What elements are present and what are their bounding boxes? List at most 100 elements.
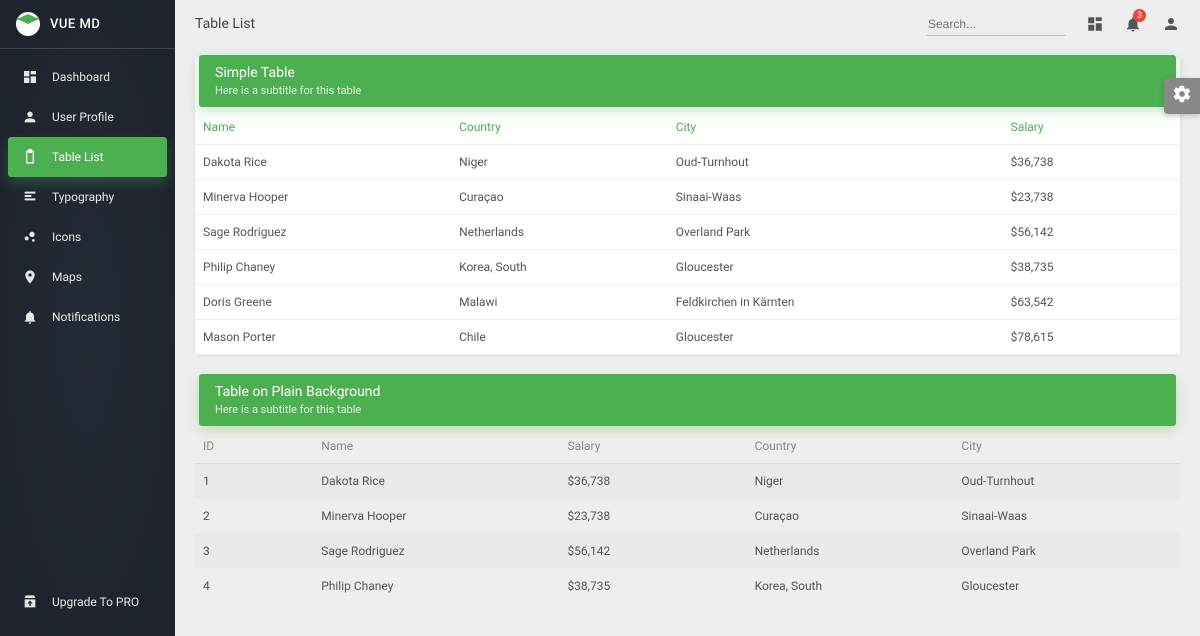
topbar: Table List 3 bbox=[175, 0, 1200, 48]
table-cell: Overland Park bbox=[668, 215, 1003, 250]
table-cell: Philip Chaney bbox=[313, 569, 559, 604]
table-cell: Korea, South bbox=[451, 250, 668, 285]
table-row: Doris GreeneMalawiFeldkirchen in Kärnten… bbox=[195, 285, 1180, 320]
table-row: Dakota RiceNigerOud-Turnhout$36,738 bbox=[195, 145, 1180, 180]
table-cell: Overland Park bbox=[953, 534, 1180, 569]
table-cell: Netherlands bbox=[747, 534, 954, 569]
col-name: Name bbox=[195, 110, 451, 145]
col-city: City bbox=[668, 110, 1003, 145]
table-cell: Niger bbox=[747, 464, 954, 499]
table-head: Name Country City Salary bbox=[195, 110, 1180, 145]
sidebar-item-label: Upgrade To PRO bbox=[52, 595, 139, 609]
brand-logo-icon bbox=[16, 12, 40, 36]
card-simple-table: Simple Table Here is a subtitle for this… bbox=[195, 58, 1180, 355]
sidebar-item-label: Typography bbox=[52, 190, 114, 204]
table-cell: Curaçao bbox=[451, 180, 668, 215]
table-cell: Oud-Turnhout bbox=[668, 145, 1003, 180]
unarchive-icon bbox=[22, 594, 38, 610]
card-title: Simple Table bbox=[215, 65, 1160, 81]
card-plain-table: Table on Plain Background Here is a subt… bbox=[195, 377, 1180, 604]
brand-name: VUE MD bbox=[50, 17, 100, 32]
table-cell: 1 bbox=[195, 464, 313, 499]
bubble-chart-icon bbox=[22, 229, 38, 245]
table-cell: 3 bbox=[195, 534, 313, 569]
table-cell: $63,542 bbox=[1003, 285, 1180, 320]
nav: Dashboard User Profile Table List Typogr… bbox=[0, 49, 175, 345]
card-title: Table on Plain Background bbox=[215, 384, 1160, 400]
table-cell: Sinaai-Waas bbox=[668, 180, 1003, 215]
table-cell: Minerva Hooper bbox=[313, 499, 559, 534]
table-row: 3Sage Rodriguez$56,142NetherlandsOverlan… bbox=[195, 534, 1180, 569]
table-cell: Doris Greene bbox=[195, 285, 451, 320]
table-cell: 2 bbox=[195, 499, 313, 534]
table-cell: Malawi bbox=[451, 285, 668, 320]
location-icon bbox=[22, 269, 38, 285]
table-cell: $23,738 bbox=[1003, 180, 1180, 215]
notifications-icon[interactable]: 3 bbox=[1124, 15, 1142, 33]
table-cell: Minerva Hooper bbox=[195, 180, 451, 215]
gear-icon bbox=[1172, 84, 1192, 108]
simple-table: Name Country City Salary Dakota RiceNige… bbox=[195, 110, 1180, 355]
table-row: Mason PorterChileGloucester$78,615 bbox=[195, 320, 1180, 355]
settings-fab[interactable] bbox=[1164, 78, 1200, 114]
table-cell: Chile bbox=[451, 320, 668, 355]
table-cell: Netherlands bbox=[451, 215, 668, 250]
table-cell: $23,738 bbox=[559, 499, 746, 534]
table-cell: $38,735 bbox=[559, 569, 746, 604]
page-title: Table List bbox=[195, 16, 255, 32]
table-cell: Sage Rodriguez bbox=[313, 534, 559, 569]
person-icon bbox=[22, 109, 38, 125]
table-cell: Philip Chaney bbox=[195, 250, 451, 285]
table-cell: $36,738 bbox=[559, 464, 746, 499]
content: Simple Table Here is a subtitle for this… bbox=[175, 48, 1200, 636]
table-cell: Niger bbox=[451, 145, 668, 180]
table-cell: Sinaai-Waas bbox=[953, 499, 1180, 534]
table-cell: Gloucester bbox=[953, 569, 1180, 604]
table-cell: Curaçao bbox=[747, 499, 954, 534]
col-country: Country bbox=[451, 110, 668, 145]
table-row: 1Dakota Rice$36,738NigerOud-Turnhout bbox=[195, 464, 1180, 499]
table-cell: 4 bbox=[195, 569, 313, 604]
sidebar-item-icons[interactable]: Icons bbox=[8, 217, 167, 257]
table-cell: Sage Rodriguez bbox=[195, 215, 451, 250]
sidebar-item-dashboard[interactable]: Dashboard bbox=[8, 57, 167, 97]
sidebar-item-label: Icons bbox=[52, 230, 81, 244]
col-id: ID bbox=[195, 429, 313, 464]
table-row: Minerva HooperCuraçaoSinaai-Waas$23,738 bbox=[195, 180, 1180, 215]
sidebar-item-label: Dashboard bbox=[52, 70, 110, 84]
sidebar-item-notifications[interactable]: Notifications bbox=[8, 297, 167, 337]
col-salary: Salary bbox=[1003, 110, 1180, 145]
table-cell: $56,142 bbox=[559, 534, 746, 569]
card-header: Table on Plain Background Here is a subt… bbox=[199, 374, 1176, 426]
bell-icon bbox=[22, 309, 38, 325]
dashboard-icon[interactable] bbox=[1086, 15, 1104, 33]
topbar-right: 3 bbox=[926, 13, 1180, 36]
sidebar-item-maps[interactable]: Maps bbox=[8, 257, 167, 297]
table-row: 4Philip Chaney$38,735Korea, SouthGlouces… bbox=[195, 569, 1180, 604]
plain-table: ID Name Salary Country City 1Dakota Rice… bbox=[195, 429, 1180, 604]
sidebar-item-label: Notifications bbox=[52, 310, 120, 324]
sidebar-item-typography[interactable]: Typography bbox=[8, 177, 167, 217]
table-cell: Dakota Rice bbox=[195, 145, 451, 180]
sidebar-item-user-profile[interactable]: User Profile bbox=[8, 97, 167, 137]
table-cell: Feldkirchen in Kärnten bbox=[668, 285, 1003, 320]
brand[interactable]: VUE MD bbox=[0, 0, 175, 49]
table-row: Philip ChaneyKorea, SouthGloucester$38,7… bbox=[195, 250, 1180, 285]
search-input[interactable] bbox=[926, 13, 1066, 36]
sidebar-item-upgrade[interactable]: Upgrade To PRO bbox=[8, 582, 167, 622]
sidebar-item-label: Table List bbox=[52, 150, 104, 164]
person-icon[interactable] bbox=[1162, 15, 1180, 33]
table-cell: $36,738 bbox=[1003, 145, 1180, 180]
table-cell: $56,142 bbox=[1003, 215, 1180, 250]
sidebar-item-table-list[interactable]: Table List bbox=[8, 137, 167, 177]
table-cell: Oud-Turnhout bbox=[953, 464, 1180, 499]
main: Table List 3 Simple Table Here is a subt… bbox=[175, 0, 1200, 636]
col-country: Country bbox=[747, 429, 954, 464]
table-cell: Korea, South bbox=[747, 569, 954, 604]
col-city: City bbox=[953, 429, 1180, 464]
card-header: Simple Table Here is a subtitle for this… bbox=[199, 55, 1176, 107]
table-cell: Mason Porter bbox=[195, 320, 451, 355]
card-subtitle: Here is a subtitle for this table bbox=[215, 84, 1160, 97]
col-salary: Salary bbox=[559, 429, 746, 464]
table-cell: Dakota Rice bbox=[313, 464, 559, 499]
